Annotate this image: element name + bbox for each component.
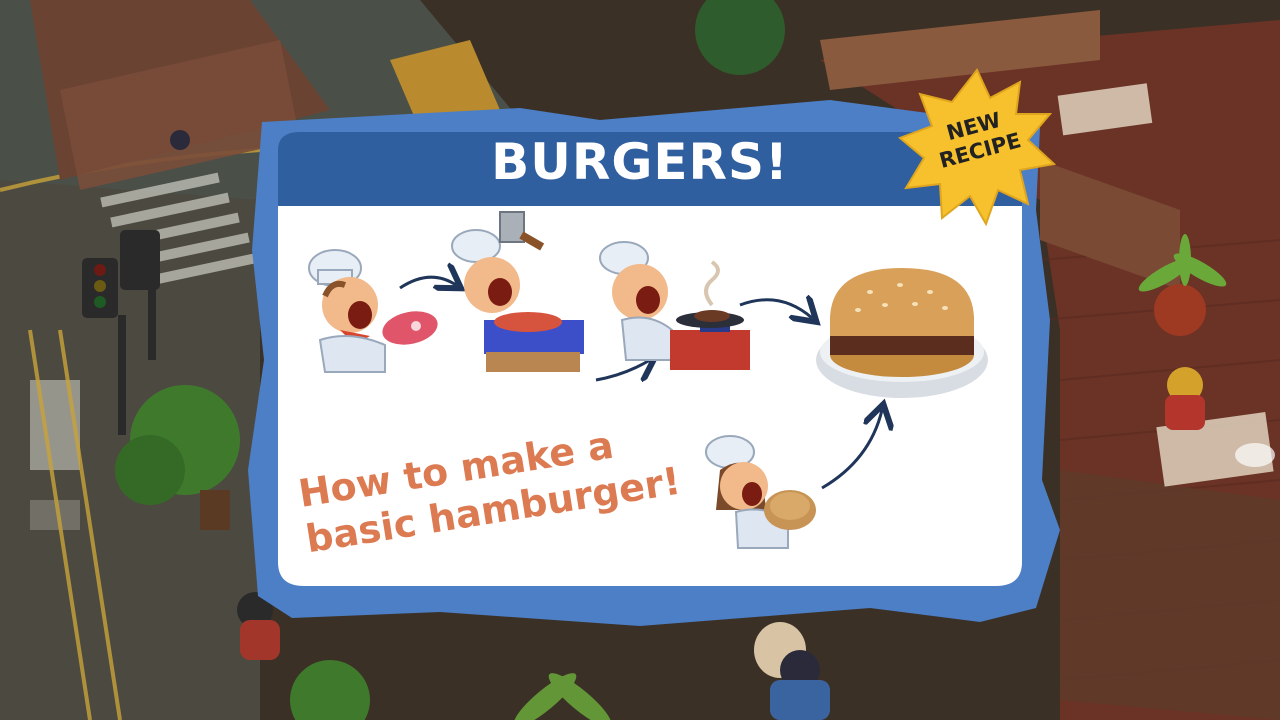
finished-burger <box>816 268 988 398</box>
chef-tenderizing-meat <box>451 211 584 372</box>
step-arrow-2 <box>595 360 650 380</box>
chef-cooking-patty <box>599 241 750 370</box>
step-arrow-4 <box>821 410 882 490</box>
burger-recipe-illustration <box>308 211 988 549</box>
new-recipe-badge: NEW RECIPE <box>898 68 1056 226</box>
step-arrow-3 <box>739 300 812 318</box>
step-arrow-1 <box>399 277 456 288</box>
chef-with-raw-meat <box>308 249 438 373</box>
